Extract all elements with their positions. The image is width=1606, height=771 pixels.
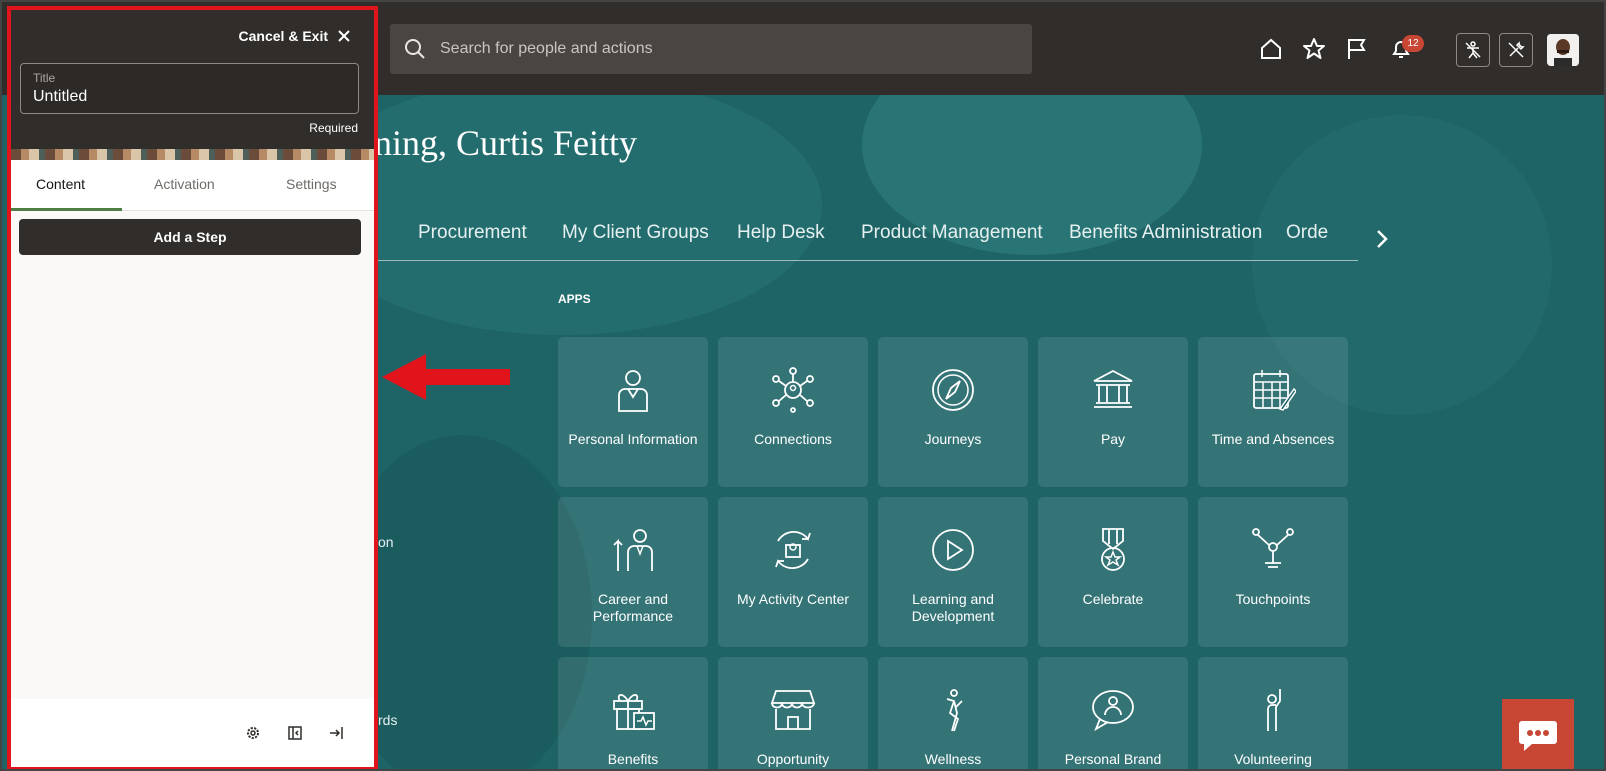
add-step-button[interactable]: Add a Step [19, 219, 361, 255]
app-tile-connections[interactable]: Connections [718, 337, 868, 487]
app-tile-label: Connections [754, 431, 832, 447]
apps-section-label: APPS [558, 292, 591, 306]
app-tile-celebrate[interactable]: Celebrate [1038, 497, 1188, 647]
exit-icon[interactable] [327, 723, 347, 743]
nav-item-my-client-groups[interactable]: My Client Groups [562, 222, 709, 244]
app-tile-pay[interactable]: Pay [1038, 337, 1188, 487]
search-icon [402, 36, 428, 62]
tools-button[interactable] [1499, 33, 1533, 67]
title-field-value[interactable]: Untitled [33, 88, 87, 106]
side-text-fragment: on [378, 534, 394, 550]
app-tile-label: Opportunity Marketplace [755, 751, 831, 769]
accessibility-off-button[interactable] [1456, 33, 1490, 67]
app-tile-opportunity-marketplace[interactable]: Opportunity Marketplace [718, 657, 868, 769]
active-tab-indicator [11, 208, 122, 211]
greeting-heading: rning, Curtis Feitty [362, 123, 638, 163]
home-icon[interactable] [1258, 36, 1284, 62]
tab-activation[interactable]: Activation [154, 176, 215, 192]
app-tile-label: Learning and Development [911, 591, 995, 624]
app-tile-learning-and-development[interactable]: Learning and Development [878, 497, 1028, 647]
app-tile-time-and-absences[interactable]: Time and Absences [1198, 337, 1348, 487]
editor-panel: Cancel & Exit Title Untitled Required Co… [7, 6, 378, 769]
nav-item-product-management[interactable]: Product Management [861, 222, 1043, 244]
activity-icon [775, 530, 811, 570]
title-field-label: Title [33, 71, 56, 85]
app-window: Search for people and actions 12 rning, … [0, 0, 1606, 771]
panel-footer [11, 699, 374, 767]
app-tile-benefits[interactable]: Benefits [558, 657, 708, 769]
volunteer-icon [1267, 689, 1281, 731]
network-icon [772, 367, 814, 413]
annotation-arrow [382, 354, 510, 400]
title-field[interactable]: Title Untitled [20, 63, 359, 114]
tools-icon [1508, 41, 1525, 58]
compass-icon [932, 369, 974, 411]
cancel-exit-label: Cancel & Exit [238, 28, 328, 44]
accessibility-off-icon [1465, 41, 1481, 59]
nav-item-order[interactable]: Orde [1286, 222, 1328, 244]
app-tile-label: Volunteering [1234, 751, 1312, 767]
touchpoints-icon [1252, 528, 1294, 568]
app-tile-label: Touchpoints [1235, 591, 1311, 607]
decorative-strip [11, 149, 374, 160]
calendar-icon [1253, 370, 1296, 411]
nav-item-help-desk[interactable]: Help Desk [737, 222, 825, 244]
app-tile-journeys[interactable]: Journeys [878, 337, 1028, 487]
tab-settings[interactable]: Settings [286, 176, 337, 192]
side-text-fragment: rds [378, 712, 398, 728]
wellness-icon [946, 689, 963, 732]
notification-badge: 12 [1402, 35, 1424, 52]
app-tile-label: Pay [1100, 431, 1126, 447]
panel-header: Cancel & Exit Title Untitled Required [11, 10, 374, 160]
app-tile-wellness[interactable]: Wellness [878, 657, 1028, 769]
cancel-exit-button[interactable]: Cancel & Exit [239, 28, 350, 44]
store-icon [770, 690, 816, 730]
home-nav-bar: Procurement My Client Groups Help Desk P… [376, 216, 1358, 261]
app-tile-touchpoints[interactable]: Touchpoints [1198, 497, 1348, 647]
app-tile-label: Personal Information [568, 431, 698, 447]
required-hint: Required [309, 121, 358, 135]
flag-icon[interactable] [1344, 36, 1370, 62]
app-tile-label: Time and Absences [1211, 431, 1335, 447]
search-placeholder: Search for people and actions [440, 40, 653, 57]
avatar[interactable] [1547, 34, 1579, 66]
app-tile-my-activity-center[interactable]: My Activity Center [718, 497, 868, 647]
person-icon [618, 370, 648, 412]
close-icon [338, 30, 350, 42]
panel-toggle-icon[interactable] [285, 723, 305, 743]
app-tile-label: Personal Brand [1064, 751, 1162, 767]
career-icon [613, 529, 653, 571]
app-tile-label: Wellness [924, 751, 982, 767]
star-icon[interactable] [1301, 36, 1327, 62]
app-tile-career-and-performance[interactable]: Career and Performance [558, 497, 708, 647]
app-tile-personal-information[interactable]: Personal Information [558, 337, 708, 487]
nav-item-procurement[interactable]: Procurement [418, 222, 527, 244]
tab-content[interactable]: Content [36, 176, 85, 192]
app-tile-label: Career and Performance [592, 591, 674, 624]
chevron-right-icon[interactable] [1372, 227, 1392, 251]
gear-icon[interactable] [243, 723, 263, 743]
search-bar[interactable]: Search for people and actions [390, 24, 1032, 74]
app-tile-label: Journeys [924, 431, 982, 447]
chat-button[interactable] [1502, 699, 1574, 769]
panel-tabs: Content Activation Settings [11, 160, 374, 211]
medal-icon [1101, 528, 1125, 571]
speech-icon [1092, 690, 1134, 732]
app-tile-label: Benefits [607, 751, 659, 767]
app-tile-label: Celebrate [1082, 591, 1144, 607]
app-tile-volunteering[interactable]: Volunteering [1198, 657, 1348, 769]
nav-item-benefits-administration[interactable]: Benefits Administration [1069, 222, 1262, 244]
chat-icon [1519, 721, 1557, 751]
gift-icon [613, 694, 655, 730]
app-tile-personal-brand[interactable]: Personal Brand [1038, 657, 1188, 769]
bank-icon [1093, 369, 1133, 408]
app-tile-label: My Activity Center [736, 591, 850, 607]
play-icon [932, 529, 974, 571]
